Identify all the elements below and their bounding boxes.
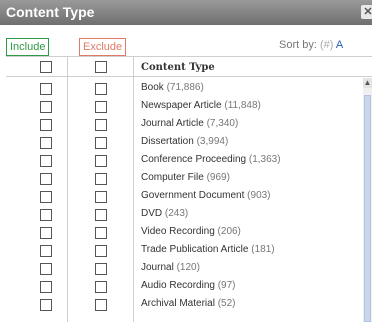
exclude-checkbox[interactable] <box>95 83 107 95</box>
facet-count: (181) <box>251 244 275 255</box>
facet-count: (206) <box>217 226 241 237</box>
include-checkbox[interactable] <box>40 191 52 203</box>
exclude-checkbox[interactable] <box>95 299 107 311</box>
include-checkbox[interactable] <box>40 83 52 95</box>
facet-label: Video Recording <box>141 226 215 237</box>
sort-label: Sort by: <box>279 39 317 51</box>
column-divider <box>67 56 68 322</box>
header-bottom-divider <box>6 76 372 77</box>
filter-options-bar: Include Exclude Sort by: (#) A <box>0 27 372 57</box>
include-tab[interactable]: Include <box>6 38 50 56</box>
exclude-checkbox[interactable] <box>95 137 107 149</box>
exclude-checkbox[interactable] <box>95 173 107 185</box>
exclude-checkbox[interactable] <box>95 209 107 221</box>
header-top-divider <box>6 56 372 57</box>
facet-label: Audio Recording <box>141 280 215 291</box>
facet-count: (969) <box>206 172 230 183</box>
exclude-checkbox[interactable] <box>95 263 107 275</box>
facet-count: (71,886) <box>166 82 204 93</box>
close-icon[interactable]: ✕ <box>361 5 372 19</box>
exclude-checkbox[interactable] <box>95 191 107 203</box>
include-checkbox[interactable] <box>40 281 52 293</box>
exclude-checkbox[interactable] <box>95 155 107 167</box>
exclude-tab[interactable]: Exclude <box>79 38 127 56</box>
facet-label: Journal <box>141 262 174 273</box>
facet-label: Book <box>141 82 164 93</box>
include-checkbox[interactable] <box>40 155 52 167</box>
facet-label: Dissertation <box>141 136 194 147</box>
facet-label: Newspaper Article <box>141 100 222 111</box>
sort-control: Sort by: (#) A <box>279 39 343 51</box>
facet-item[interactable]: Computer File (969) <box>141 172 230 183</box>
facet-item[interactable]: Audio Recording (97) <box>141 280 236 291</box>
facet-label: Journal Article <box>141 118 204 129</box>
sort-option-alpha[interactable]: A <box>336 39 343 51</box>
exclude-checkbox[interactable] <box>95 245 107 257</box>
exclude-checkbox[interactable] <box>95 119 107 131</box>
facet-label: Conference Proceeding <box>141 154 247 165</box>
exclude-checkbox[interactable] <box>95 227 107 239</box>
facet-item[interactable]: Archival Material (52) <box>141 298 236 309</box>
column-divider <box>133 56 134 322</box>
facet-item[interactable]: Trade Publication Article (181) <box>141 244 275 255</box>
include-checkbox[interactable] <box>40 227 52 239</box>
scrollbar-thumb[interactable] <box>364 95 371 322</box>
facet-label: Archival Material <box>141 298 215 309</box>
facet-count: (97) <box>217 280 236 291</box>
facet-count: (11,848) <box>224 100 261 111</box>
include-checkbox[interactable] <box>40 101 52 113</box>
include-checkbox[interactable] <box>40 119 52 131</box>
facet-count: (1,363) <box>248 154 281 165</box>
facet-count: (3,994) <box>196 136 229 147</box>
include-checkbox[interactable] <box>40 137 52 149</box>
facet-item[interactable]: DVD (243) <box>141 208 188 219</box>
facet-item[interactable]: Conference Proceeding (1,363) <box>141 154 281 165</box>
facet-label: Computer File <box>141 172 204 183</box>
facet-count: (243) <box>164 208 189 219</box>
facet-count: (52) <box>217 298 236 309</box>
column-header-content-type: Content Type <box>141 62 215 73</box>
facet-item[interactable]: Journal Article (7,340) <box>141 118 238 129</box>
facet-count: (903) <box>247 190 271 201</box>
exclude-all-checkbox[interactable] <box>95 61 107 73</box>
facet-item[interactable]: Video Recording (206) <box>141 226 241 237</box>
exclude-checkbox[interactable] <box>95 101 107 113</box>
include-checkbox[interactable] <box>40 173 52 185</box>
exclude-checkbox[interactable] <box>95 281 107 293</box>
facet-item[interactable]: Journal (120) <box>141 262 200 273</box>
facet-count: (120) <box>176 262 200 273</box>
facet-count: (7,340) <box>206 118 239 129</box>
facet-label: DVD <box>141 208 163 219</box>
include-checkbox[interactable] <box>40 299 52 311</box>
panel-titlebar: Content Type ✕ <box>0 0 372 25</box>
include-all-checkbox[interactable] <box>40 61 52 73</box>
facet-label: Trade Publication Article <box>141 244 249 255</box>
panel-title: Content Type <box>6 4 95 20</box>
include-checkbox[interactable] <box>40 245 52 257</box>
include-checkbox[interactable] <box>40 209 52 221</box>
facet-item[interactable]: Government Document (903) <box>141 190 271 201</box>
facet-item[interactable]: Book (71,886) <box>141 82 204 93</box>
facet-label: Government Document <box>141 190 245 201</box>
include-checkbox[interactable] <box>40 263 52 275</box>
scroll-up-icon[interactable]: ▲ <box>363 78 372 88</box>
sort-radio[interactable]: (#) <box>320 39 333 51</box>
facet-item[interactable]: Dissertation (3,994) <box>141 136 228 147</box>
facet-item[interactable]: Newspaper Article (11,848) <box>141 100 261 111</box>
